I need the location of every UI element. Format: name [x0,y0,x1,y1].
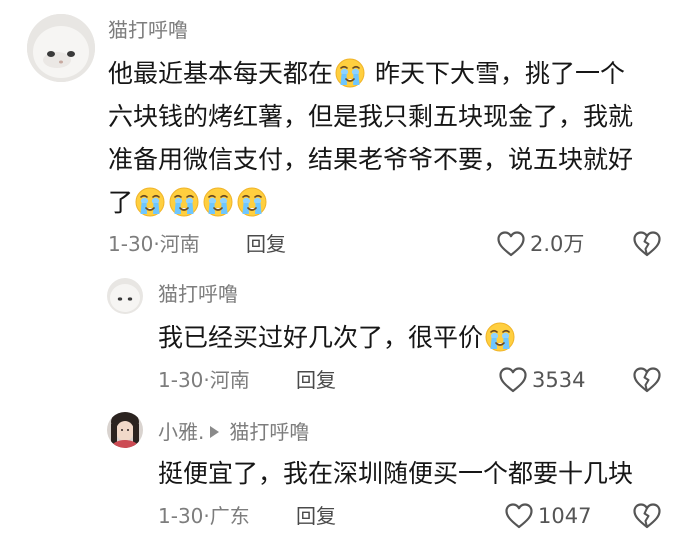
comment-date: 1-30 [158,504,204,528]
comment-1: 猫打呼噜 他最近基本每天都在 昨天下大雪，挑了一个 六块钱的烤红薯，但是我只剩五… [0,0,690,270]
teary-smile-emoji-icon [135,187,165,217]
comment-username-row: 小雅. 猫打呼噜 [158,418,309,446]
comment-meta: 1-30·河南 [158,366,250,394]
comment-meta: 1-30·河南 [108,230,200,258]
comment-3: 小雅. 猫打呼噜 挺便宜了，我在深圳随便买一个都要十几块 1-30·广东 回复 1… [0,400,690,538]
teary-smile-emoji-icon [335,58,365,88]
comment-text-segment: 我已经买过好几次了，很平价 [158,323,484,352]
dislike-button[interactable] [632,365,662,399]
comment-text: 挺便宜了，我在深圳随便买一个都要十几块 [158,459,634,488]
like-button[interactable]: 1047 [504,501,591,531]
heart-outline-icon [498,365,528,395]
broken-heart-icon [632,365,662,395]
comment-text: 他最近基本每天都在 昨天下大雪，挑了一个 六块钱的烤红薯，但是我只剩五块现金了，… [108,52,633,224]
avatar[interactable] [107,278,143,314]
comment-line: 准备用微信支付，结果老爷爷不要，说五块就好 [108,145,634,174]
comment-text-segment: 了 [108,188,134,217]
comment-2: 猫打呼噜 我已经买过好几次了，很平价 1-30·河南 回复 3534 [0,270,690,400]
comment-username[interactable]: 小雅. [158,420,204,444]
comment-text-segment: 他最近基本每天都在 [108,59,334,88]
comment-date: 1-30 [108,232,154,256]
comment-text-segment: 昨天下大雪，挑了一个 [367,59,625,88]
comment-location: 河南 [159,232,200,256]
comment-line: 了 [108,181,633,224]
reply-to-username[interactable]: 猫打呼噜 [229,420,309,444]
comment-line: 他最近基本每天都在 昨天下大雪，挑了一个 [108,52,633,95]
dislike-button[interactable] [632,229,662,263]
teary-smile-emoji-icon [169,187,199,217]
comment-date: 1-30 [158,368,204,392]
reply-button[interactable]: 回复 [296,502,336,530]
like-count: 2.0万 [530,232,585,256]
reply-arrow-icon [210,426,220,438]
teary-smile-emoji-icon [237,187,267,217]
heart-outline-icon [496,229,526,259]
reply-button[interactable]: 回复 [246,230,286,258]
heart-outline-icon [504,501,534,531]
like-button[interactable]: 2.0万 [496,229,584,259]
broken-heart-icon [632,501,662,531]
avatar[interactable] [107,412,143,448]
like-count: 3534 [532,368,586,392]
like-button[interactable]: 3534 [498,365,585,395]
reply-button[interactable]: 回复 [296,366,336,394]
dislike-button[interactable] [632,501,662,535]
comment-location: 河南 [209,368,250,392]
comment-line: 六块钱的烤红薯，但是我只剩五块现金了，我就 [108,102,634,131]
teary-smile-emoji-icon [203,187,233,217]
comment-text: 我已经买过好几次了，很平价 [158,316,517,359]
like-count: 1047 [538,504,592,528]
comment-username[interactable]: 猫打呼噜 [158,280,238,308]
comment-meta: 1-30·广东 [158,502,250,530]
teary-smile-emoji-icon [485,322,515,352]
comment-location: 广东 [209,504,250,528]
broken-heart-icon [632,229,662,259]
comment-username[interactable]: 猫打呼噜 [108,16,188,44]
avatar[interactable] [27,14,95,82]
